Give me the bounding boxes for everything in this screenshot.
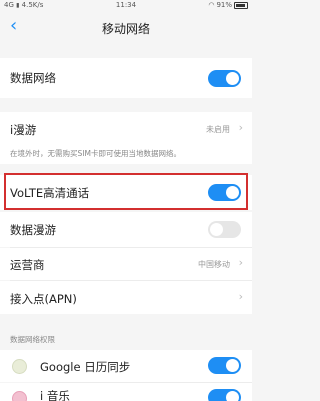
carrier-row[interactable]: 运营商 中国移动 › bbox=[0, 248, 252, 280]
title-bar: ‹ 移动网络 bbox=[0, 12, 252, 42]
i-roaming-status: 未启用 bbox=[206, 125, 230, 134]
carrier-value: 中国移动 bbox=[198, 260, 230, 269]
status-bar: 4G ▮ 4.5K/s 11:34 ◠ 91% bbox=[0, 0, 252, 10]
app-label: Google 日历同步 bbox=[40, 360, 131, 374]
data-roaming-row[interactable]: 数据漫游 bbox=[0, 212, 252, 247]
chevron-right-icon: › bbox=[238, 256, 243, 269]
roaming-note: 在境外时，无需购买SIM卡即可使用当地数据网络。 bbox=[10, 149, 181, 158]
chevron-right-icon: › bbox=[238, 290, 243, 303]
volte-highlight-box bbox=[4, 173, 248, 210]
carrier-label: 运营商 bbox=[10, 258, 45, 272]
status-right: ◠ 91% bbox=[208, 1, 248, 9]
apn-row[interactable]: 接入点(APN) › bbox=[0, 281, 252, 314]
wifi-icon: ◠ bbox=[208, 1, 215, 9]
toggle-knob bbox=[226, 359, 239, 372]
data-roaming-label: 数据漫游 bbox=[10, 223, 56, 237]
app-label: i 音乐 bbox=[40, 389, 70, 401]
mobile-data-row[interactable]: 数据网络 bbox=[0, 58, 252, 98]
mobile-data-label: 数据网络 bbox=[10, 71, 56, 85]
music-app-icon bbox=[12, 391, 27, 401]
data-roaming-toggle[interactable] bbox=[208, 221, 241, 238]
i-roaming-label: i漫游 bbox=[10, 123, 37, 137]
battery-icon bbox=[234, 1, 248, 9]
battery-percent: 91% bbox=[216, 1, 232, 9]
google-calendar-toggle[interactable] bbox=[208, 357, 241, 374]
toggle-knob bbox=[210, 223, 223, 236]
i-roaming-row[interactable]: i漫游 未启用 › 在境外时，无需购买SIM卡即可使用当地数据网络。 bbox=[0, 112, 252, 164]
apn-label: 接入点(APN) bbox=[10, 292, 77, 306]
toggle-knob bbox=[226, 391, 239, 401]
chevron-right-icon: › bbox=[238, 121, 243, 134]
music-toggle[interactable] bbox=[208, 389, 241, 401]
google-calendar-sync-icon bbox=[12, 359, 27, 374]
app-permission-row[interactable]: i 音乐 bbox=[0, 383, 252, 401]
app-permission-row[interactable]: Google 日历同步 bbox=[0, 350, 252, 382]
permissions-section-title: 数据网络权限 bbox=[10, 335, 55, 344]
page-title: 移动网络 bbox=[101, 22, 150, 36]
mobile-data-toggle[interactable] bbox=[208, 70, 241, 87]
toggle-knob bbox=[226, 72, 239, 85]
